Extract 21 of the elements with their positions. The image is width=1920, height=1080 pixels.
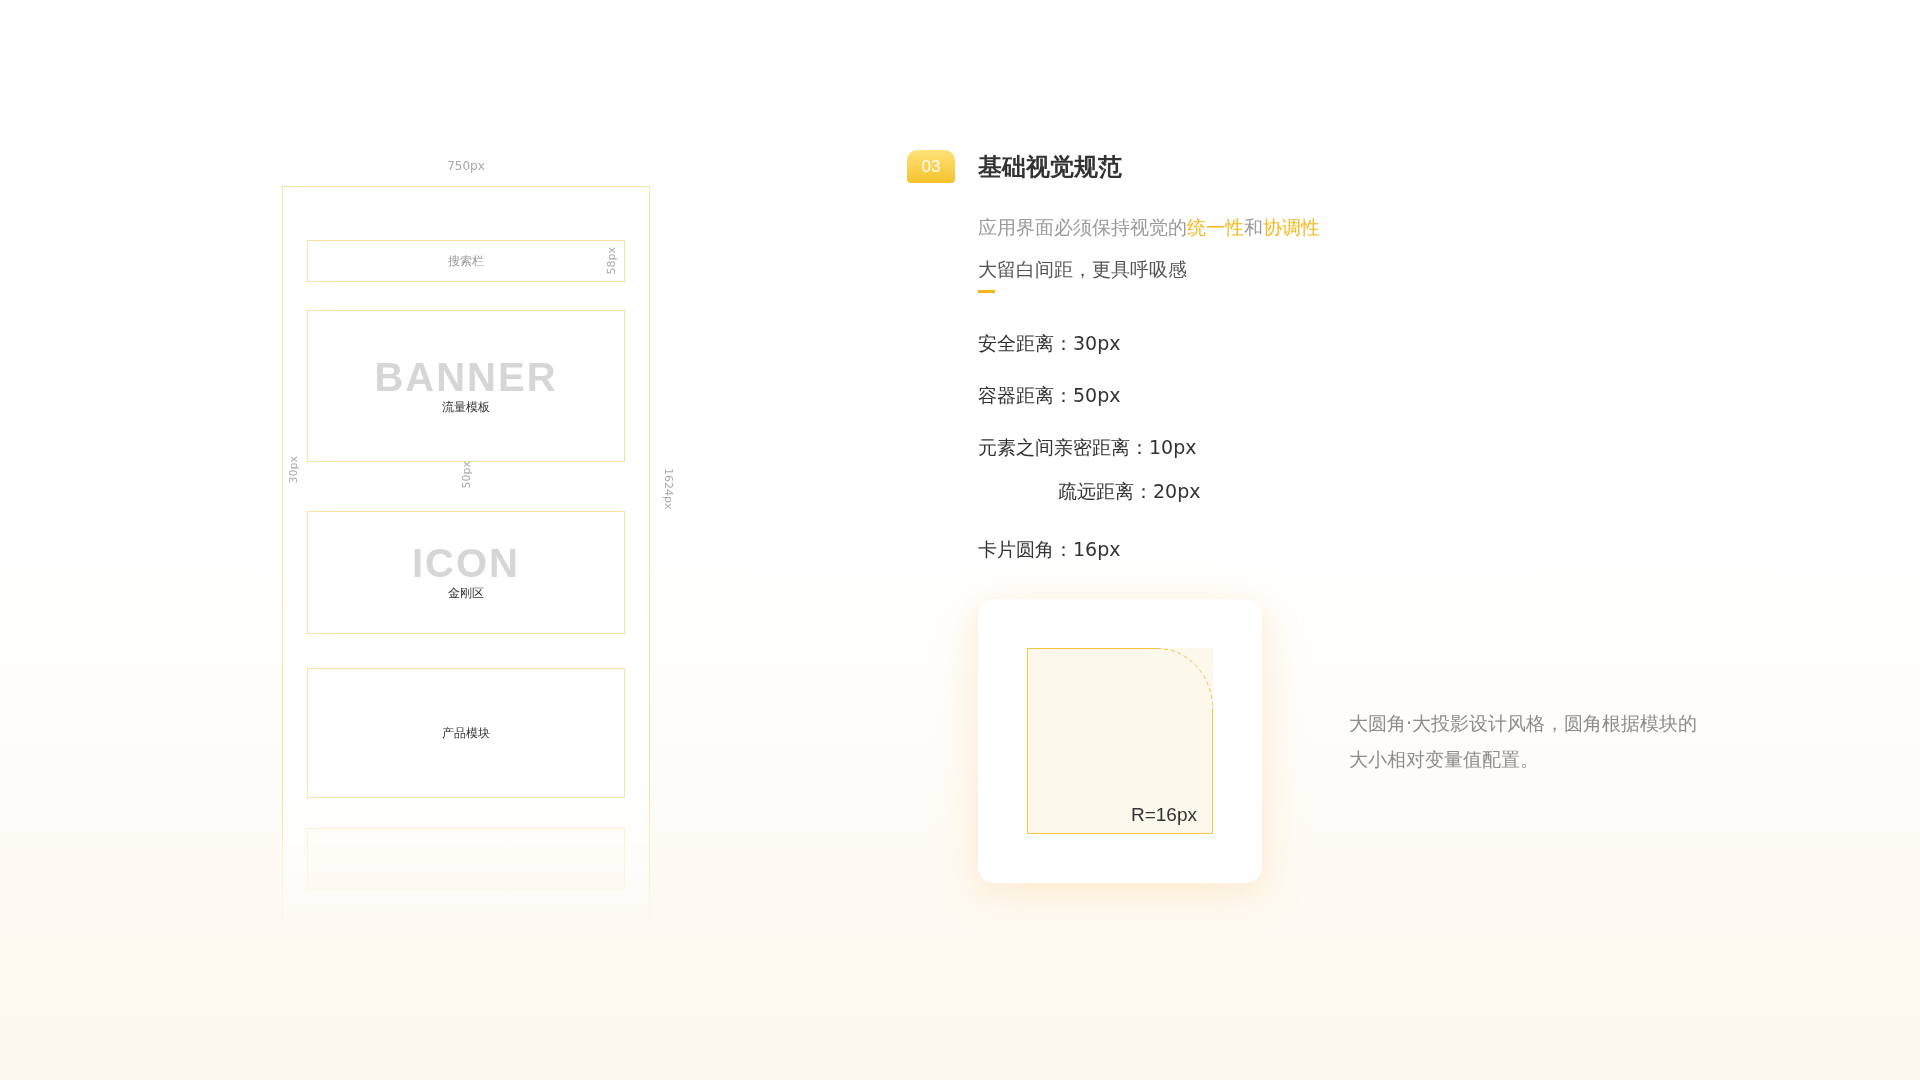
accent-bar [978, 290, 995, 293]
gap-label: 50px [460, 461, 473, 489]
spec-text: 元素之间亲密距离：10px [978, 435, 1198, 460]
module-label: 搜索栏 [448, 252, 484, 270]
spec-text: 容器距离：50px [978, 383, 1122, 408]
dimension-label: 58px [605, 247, 618, 275]
spec-text: 疏远距离：20px [1057, 479, 1202, 504]
description-text: 大圆角·大投影设计风格，圆角根据模块的大小相对变量值配置。 [1349, 711, 1699, 772]
width-label: 750px [446, 158, 486, 175]
module-label: 流量模板 [442, 398, 490, 416]
number-badge: 03 [907, 150, 955, 183]
module-label: 产品模块 [442, 724, 490, 742]
intro-text: 应用界面必须保持视觉的统一性和协调性 [978, 215, 1321, 240]
spec-text: 安全距离：30px [978, 331, 1122, 356]
radius-label: R=16px [1130, 804, 1197, 826]
section-title: 基础视觉规范 [978, 151, 1122, 183]
height-label: 1624px [662, 468, 675, 510]
module-label: 金刚区 [448, 585, 484, 602]
spec-text: 卡片圆角：16px [978, 537, 1122, 562]
tagline-text: 大留白间距，更具呼吸感 [978, 257, 1188, 282]
margin-label: 30px [287, 456, 300, 484]
